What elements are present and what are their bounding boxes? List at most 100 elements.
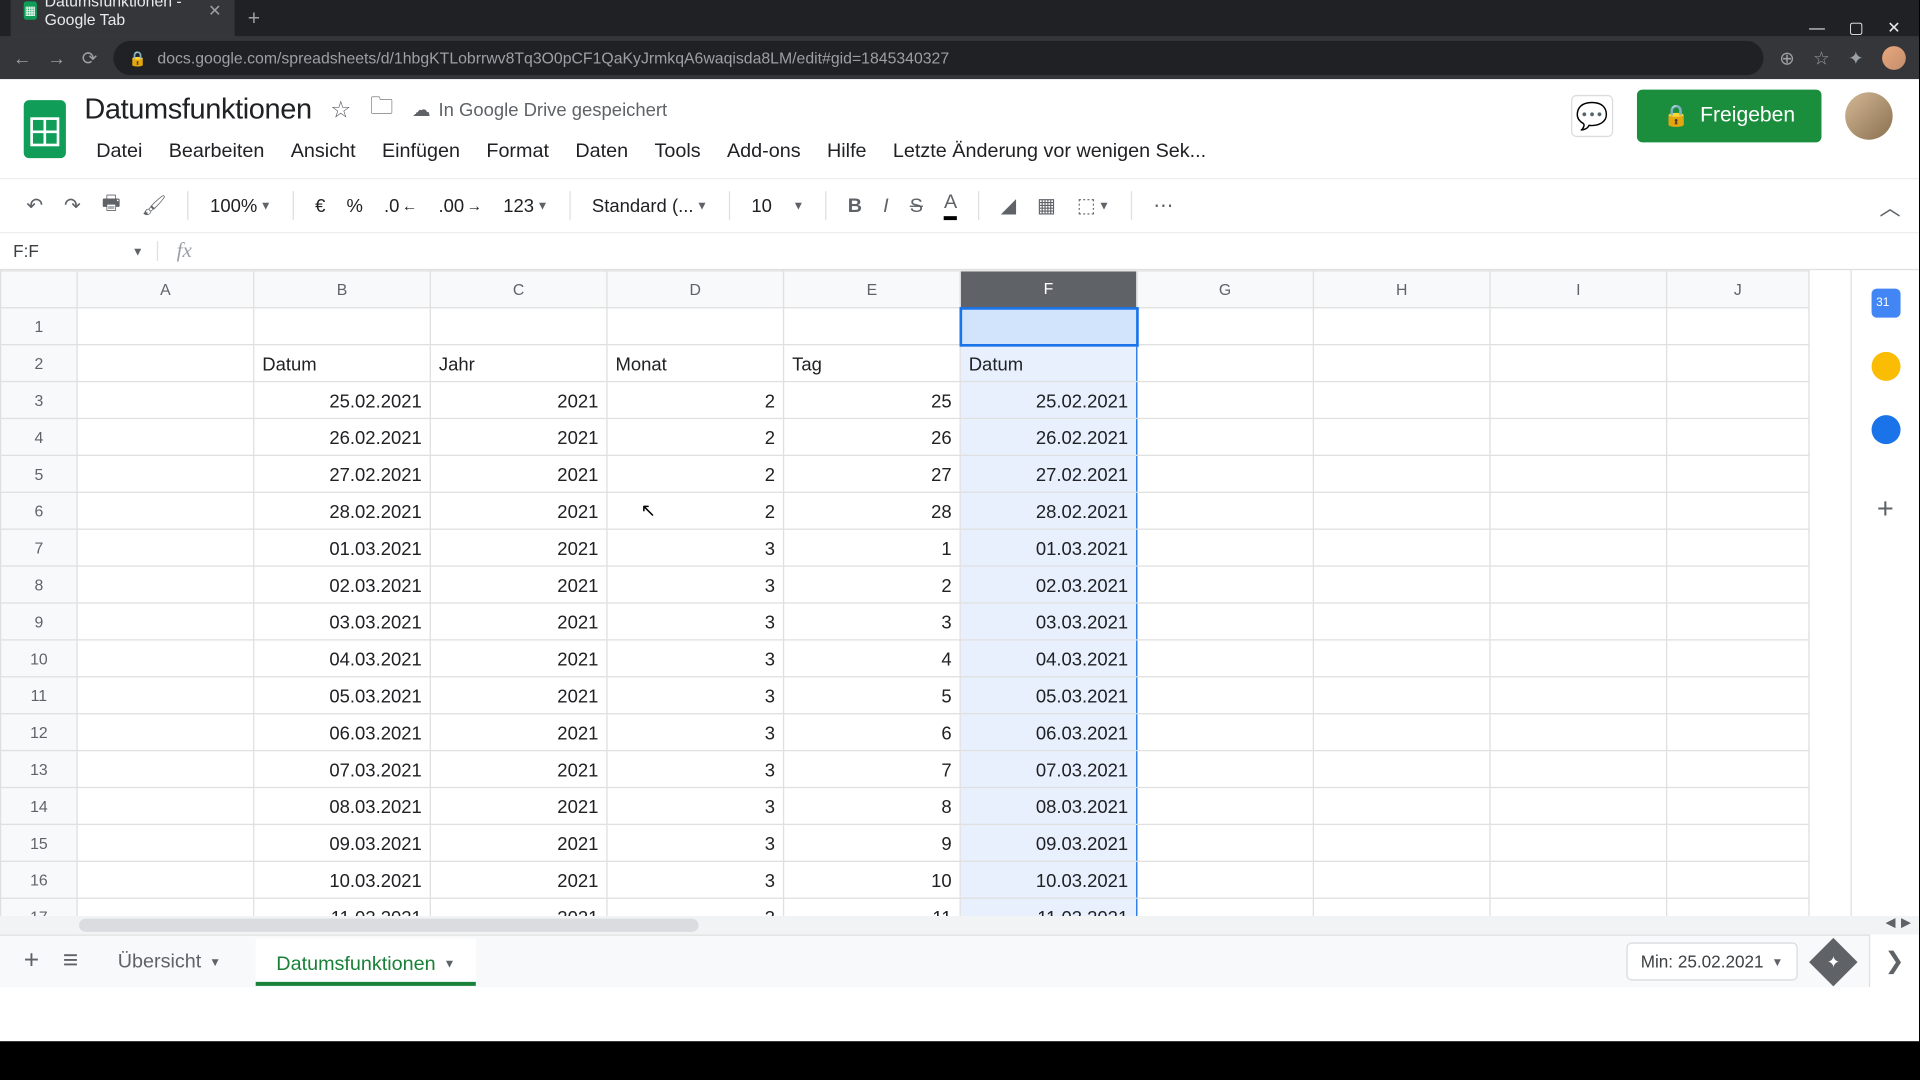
cell-C1[interactable] bbox=[430, 308, 607, 345]
cell-E17[interactable]: 11 bbox=[784, 898, 961, 916]
cell-D6[interactable]: 2 bbox=[607, 492, 784, 529]
cell-D5[interactable]: 2 bbox=[607, 455, 784, 492]
cell-J15[interactable] bbox=[1667, 824, 1809, 861]
menu-data[interactable]: Daten bbox=[563, 134, 639, 167]
cell-D13[interactable]: 3 bbox=[607, 751, 784, 788]
cell-C15[interactable]: 2021 bbox=[430, 824, 607, 861]
cell-I16[interactable] bbox=[1490, 861, 1667, 898]
cell-B1[interactable] bbox=[254, 308, 431, 345]
menu-file[interactable]: Datei bbox=[84, 134, 154, 167]
cell-I12[interactable] bbox=[1490, 714, 1667, 751]
cell-G9[interactable] bbox=[1137, 603, 1314, 640]
tasks-icon[interactable] bbox=[1871, 415, 1900, 444]
cell-D1[interactable] bbox=[607, 308, 784, 345]
cell-B13[interactable]: 07.03.2021 bbox=[254, 751, 431, 788]
cell-J17[interactable] bbox=[1667, 898, 1809, 916]
cell-I2[interactable] bbox=[1490, 345, 1667, 382]
cell-E12[interactable]: 6 bbox=[784, 714, 961, 751]
cell-A5[interactable] bbox=[77, 455, 254, 492]
bookmark-icon[interactable]: ☆ bbox=[1813, 47, 1830, 69]
cell-B12[interactable]: 06.03.2021 bbox=[254, 714, 431, 751]
cell-G13[interactable] bbox=[1137, 751, 1314, 788]
cell-A9[interactable] bbox=[77, 603, 254, 640]
cell-C2[interactable]: Jahr bbox=[430, 345, 607, 382]
cell-A7[interactable] bbox=[77, 529, 254, 566]
cell-D9[interactable]: 3 bbox=[607, 603, 784, 640]
spreadsheet-grid[interactable]: ABCDEFGHIJ12DatumJahrMonatTagDatum325.02… bbox=[0, 270, 1850, 916]
share-button[interactable]: 🔒 Freigeben bbox=[1637, 90, 1821, 143]
cell-B2[interactable]: Datum bbox=[254, 345, 431, 382]
cell-E5[interactable]: 27 bbox=[784, 455, 961, 492]
cell-F2[interactable]: Datum bbox=[960, 345, 1137, 382]
cell-G8[interactable] bbox=[1137, 566, 1314, 603]
text-color-button[interactable]: A bbox=[936, 186, 965, 226]
cell-I6[interactable] bbox=[1490, 492, 1667, 529]
add-addon-icon[interactable]: + bbox=[1877, 492, 1894, 526]
row-header-2[interactable]: 2 bbox=[1, 345, 77, 382]
cell-F9[interactable]: 03.03.2021 bbox=[960, 603, 1137, 640]
font-size-select[interactable]: 10 ▼ bbox=[743, 190, 812, 222]
close-tab-icon[interactable]: ✕ bbox=[208, 1, 221, 19]
cell-E1[interactable] bbox=[784, 308, 961, 345]
cell-F10[interactable]: 04.03.2021 bbox=[960, 640, 1137, 677]
comments-button[interactable]: 💬 bbox=[1571, 95, 1613, 137]
reload-icon[interactable]: ⟳ bbox=[82, 47, 97, 69]
cell-D7[interactable]: 3 bbox=[607, 529, 784, 566]
cell-G10[interactable] bbox=[1137, 640, 1314, 677]
print-button[interactable]: 🖶 bbox=[94, 184, 128, 227]
fill-color-button[interactable]: ◢ bbox=[993, 188, 1024, 222]
row-header-4[interactable]: 4 bbox=[1, 418, 77, 455]
cell-J1[interactable] bbox=[1667, 308, 1809, 345]
cell-F15[interactable]: 09.03.2021 bbox=[960, 824, 1137, 861]
column-header-H[interactable]: H bbox=[1313, 271, 1490, 308]
cell-I13[interactable] bbox=[1490, 751, 1667, 788]
cell-E13[interactable]: 7 bbox=[784, 751, 961, 788]
row-header-3[interactable]: 3 bbox=[1, 382, 77, 419]
cell-B14[interactable]: 08.03.2021 bbox=[254, 788, 431, 825]
font-select[interactable]: Standard (... ▼ bbox=[584, 190, 716, 222]
cell-I3[interactable] bbox=[1490, 382, 1667, 419]
cell-J5[interactable] bbox=[1667, 455, 1809, 492]
cell-G15[interactable] bbox=[1137, 824, 1314, 861]
cell-C9[interactable]: 2021 bbox=[430, 603, 607, 640]
menu-edit[interactable]: Bearbeiten bbox=[157, 134, 276, 167]
paint-format-button[interactable]: 🖌 bbox=[134, 188, 175, 222]
cell-A14[interactable] bbox=[77, 788, 254, 825]
cell-F16[interactable]: 10.03.2021 bbox=[960, 861, 1137, 898]
cell-F4[interactable]: 26.02.2021 bbox=[960, 418, 1137, 455]
cell-C16[interactable]: 2021 bbox=[430, 861, 607, 898]
cell-F12[interactable]: 06.03.2021 bbox=[960, 714, 1137, 751]
cell-C7[interactable]: 2021 bbox=[430, 529, 607, 566]
menu-view[interactable]: Ansicht bbox=[279, 134, 368, 167]
cell-I8[interactable] bbox=[1490, 566, 1667, 603]
cell-H13[interactable] bbox=[1313, 751, 1490, 788]
cell-J11[interactable] bbox=[1667, 677, 1809, 714]
name-box[interactable]: F:F ▼ bbox=[0, 241, 158, 261]
cell-J9[interactable] bbox=[1667, 603, 1809, 640]
cell-E9[interactable]: 3 bbox=[784, 603, 961, 640]
cell-J8[interactable] bbox=[1667, 566, 1809, 603]
cell-A17[interactable] bbox=[77, 898, 254, 916]
cell-A4[interactable] bbox=[77, 418, 254, 455]
cell-I15[interactable] bbox=[1490, 824, 1667, 861]
cell-G12[interactable] bbox=[1137, 714, 1314, 751]
cell-D16[interactable]: 3 bbox=[607, 861, 784, 898]
browser-tab[interactable]: ▦ Datumsfunktionen - Google Tab ✕ bbox=[11, 0, 235, 37]
row-header-8[interactable]: 8 bbox=[1, 566, 77, 603]
column-header-G[interactable]: G bbox=[1137, 271, 1314, 308]
cell-H11[interactable] bbox=[1313, 677, 1490, 714]
row-header-10[interactable]: 10 bbox=[1, 640, 77, 677]
cell-B7[interactable]: 01.03.2021 bbox=[254, 529, 431, 566]
zoom-select[interactable]: 100% ▼ bbox=[202, 190, 279, 222]
new-tab-button[interactable]: + bbox=[235, 3, 274, 37]
row-header-14[interactable]: 14 bbox=[1, 788, 77, 825]
move-folder-icon[interactable]: 🗀 bbox=[370, 90, 394, 130]
cell-D10[interactable]: 3 bbox=[607, 640, 784, 677]
cell-J2[interactable] bbox=[1667, 345, 1809, 382]
cell-F8[interactable]: 02.03.2021 bbox=[960, 566, 1137, 603]
select-all-corner[interactable] bbox=[1, 271, 77, 308]
cell-A2[interactable] bbox=[77, 345, 254, 382]
cell-H5[interactable] bbox=[1313, 455, 1490, 492]
calendar-icon[interactable] bbox=[1871, 289, 1900, 318]
cell-H9[interactable] bbox=[1313, 603, 1490, 640]
